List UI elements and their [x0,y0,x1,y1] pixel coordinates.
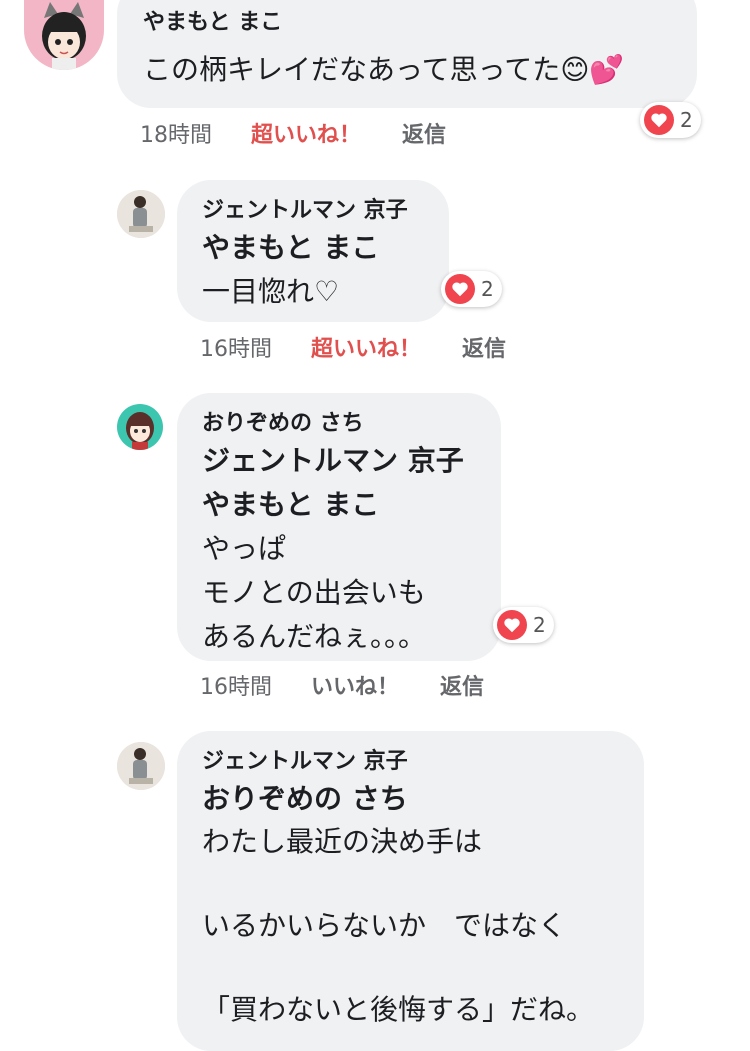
heart-reaction-icon [644,105,674,135]
avatar-orizome-sachi[interactable] [117,404,163,450]
like-button[interactable]: いいね！ [311,675,399,700]
comment-text: この柄キレイだなあって思ってた😊💕 [143,53,625,86]
comment-timestamp: 16時間 [200,337,272,362]
mention-tag[interactable]: やまもと まこ [202,226,449,270]
comment-author[interactable]: ジェントルマン 京子 [202,747,644,777]
reply-button[interactable]: 返信 [440,675,484,700]
comment-meta: 16時間 超いいね！ 返信 [200,331,506,363]
avatar-yamamoto-mako[interactable] [24,0,104,70]
comment-author[interactable]: おりぞめの さち [202,409,501,439]
comment-text: 一目惚れ♡ [202,275,340,308]
comment-bubble[interactable]: やまもと まこ この柄キレイだなあって思ってた😊💕 [117,0,697,108]
comment-author[interactable]: ジェントルマン 京子 [202,196,449,226]
comment-bubble[interactable]: ジェントルマン 京子 おりぞめの さち わたし最近の決め手は いるかいらないか … [177,731,644,1051]
comment-meta: 18時間 超いいね！ 返信 [140,117,446,149]
mention-tag[interactable]: やまもと まこ [202,483,501,527]
reaction-count[interactable]: 2 [640,102,701,138]
person-photo-icon [117,190,165,238]
mention-tag[interactable]: おりぞめの さち [202,777,644,821]
comment-meta: 16時間 いいね！ 返信 [200,669,484,701]
girl-avatar-icon [126,412,154,450]
person-photo-icon [117,742,165,790]
cat-girl-avatar-icon [42,2,86,70]
avatar-gentleman-kyoko[interactable] [117,742,165,790]
comment-timestamp: 16時間 [200,675,272,700]
reply-button[interactable]: 返信 [402,123,446,148]
comment-text: やっぱ モノとの出会いも あるんだねぇ。。。 [202,532,427,653]
comment-bubble[interactable]: ジェントルマン 京子 やまもと まこ 一目惚れ♡ [177,180,449,322]
reply-button[interactable]: 返信 [462,337,506,362]
comment-author[interactable]: やまもと まこ [143,8,697,38]
avatar-gentleman-kyoko[interactable] [117,190,165,238]
comment-bubble[interactable]: おりぞめの さち ジェントルマン 京子 やまもと まこ やっぱ モノとの出会いも… [177,393,501,661]
heart-reaction-icon [445,274,475,304]
like-button[interactable]: 超いいね！ [251,123,361,148]
like-button[interactable]: 超いいね！ [311,337,421,362]
comment-text: わたし最近の決め手は いるかいらないか ではなく 「買わないと後悔する」だね。 [202,825,595,1026]
heart-reaction-icon [497,610,527,640]
reaction-count[interactable]: 2 [493,607,554,643]
mention-tag[interactable]: ジェントルマン 京子 [202,439,501,483]
comment-timestamp: 18時間 [140,123,212,148]
reaction-count[interactable]: 2 [441,271,502,307]
